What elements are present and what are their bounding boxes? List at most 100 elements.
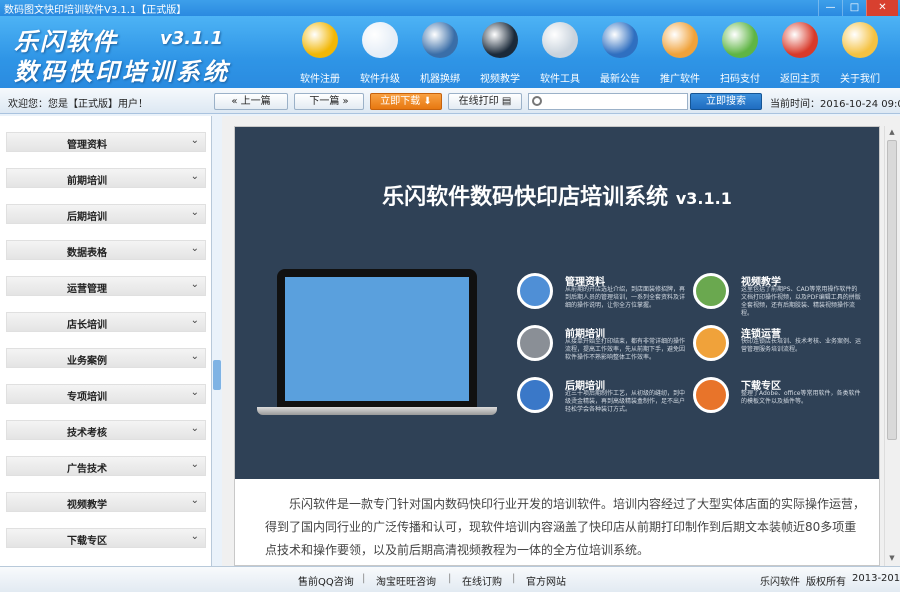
chevron-down-icon: ⌄: [190, 207, 199, 218]
toolbar-button-6[interactable]: 最新公告: [590, 16, 650, 88]
footer-separator: |: [362, 573, 366, 584]
footer-link-4[interactable]: 官方网站: [526, 573, 566, 588]
sidebar-item-11[interactable]: 视频教学 ⌄: [6, 492, 206, 512]
laptop-icon: [277, 269, 477, 407]
feature-description: 近三十项后期制作工艺，从初级的缝纫，到中级烫金精装，再到高级精装盒制作，足不出户…: [565, 390, 686, 413]
sidebar-item-8[interactable]: 专项培训 ⌄: [6, 384, 206, 404]
scroll-thumb[interactable]: [887, 140, 897, 440]
footer-copyright: 版权所有: [806, 577, 846, 588]
sidebar-item-label: 专项培训: [67, 392, 107, 403]
toolbar-button-9[interactable]: 返回主页: [770, 16, 830, 88]
chevron-down-icon: ⌄: [190, 387, 199, 398]
intro-paragraph: 乐闪软件是一款专门针对国内数码快印行业开发的培训软件。培训内容经过了大型实体店面…: [265, 497, 866, 557]
vertical-scrollbar[interactable]: ▲ ▼: [884, 126, 898, 566]
nav-bar: 欢迎您：您是【正式版】用户！ « 上一篇 下一篇 » 立即下载 ⬇ 在线打印 ▤…: [0, 88, 900, 114]
chevron-down-icon: ⌄: [190, 495, 199, 506]
sidebar-item-10[interactable]: 广告技术 ⌄: [6, 456, 206, 476]
cart-icon: [722, 22, 758, 58]
toolbar-button-10[interactable]: 关于我们: [830, 16, 890, 88]
print-button[interactable]: 在线打印 ▤: [448, 93, 522, 110]
sidebar-item-3[interactable]: 后期培训 ⌄: [6, 204, 206, 224]
next-article-button[interactable]: 下一篇 »: [294, 93, 364, 110]
feature-item-4: 连锁运营 快印连锁店长培训、技术考核、业务案例、运营管理服务培训流程。: [693, 325, 863, 385]
footer-bar: 乐闪软件 版权所有 2013-2016 售前QQ咨询 | 淘宝旺旺咨询 | 在线订购 | 官…: [0, 566, 900, 592]
chevron-down-icon: ⌄: [190, 531, 199, 542]
toolbar-button-label: 关于我们: [840, 74, 880, 85]
chevron-down-icon: ⌄: [190, 279, 199, 290]
sidebar-item-label: 管理资料: [67, 140, 107, 151]
monitor-icon: [422, 22, 458, 58]
footer-link-3[interactable]: 在线订购: [462, 573, 502, 588]
feature-item-5: 后期培训 近三十项后期制作工艺，从初级的缝纫，到中级烫金精装，再到高级精装盒制作，…: [517, 377, 687, 437]
play-icon: [482, 22, 518, 58]
toolbar-button-5[interactable]: 软件工具: [530, 16, 590, 88]
product-banner: 乐闪软件数码快印店培训系统 v3.1.1 管理资料 从前期的开店选址介绍，到店面装…: [235, 127, 879, 479]
person-upgrade-icon: [362, 22, 398, 58]
logo-version: v3.1.1: [160, 28, 223, 49]
sidebar-item-4[interactable]: 数据表格 ⌄: [6, 240, 206, 260]
app-header: 乐闪软件 数码快印培训系统 v3.1.1 软件注册 软件升级 机器换绑 视频教学 软件工…: [0, 16, 900, 88]
scroll-down-icon[interactable]: ▼: [887, 554, 897, 564]
footer-link-2[interactable]: 淘宝旺旺咨询: [376, 573, 436, 588]
feature-description: 从接单开始至打印结束，都有非常详细的操作流程，提高工作效率，先从前期下手，避免因…: [565, 338, 686, 361]
sidebar-item-5[interactable]: 运营管理 ⌄: [6, 276, 206, 296]
search-button-label: 立即搜索: [706, 96, 746, 107]
download-arrow-icon: ⬇: [423, 96, 432, 107]
search-button[interactable]: 立即搜索: [690, 93, 762, 110]
sidebar-item-1[interactable]: 管理资料 ⌄: [6, 132, 206, 152]
banner-version: v3.1.1: [675, 189, 732, 208]
feature-description: 从前期的开店选址介绍，到店面装修招牌，再到后期人员的管理培训，一系列全套资料及详…: [565, 286, 686, 309]
minimize-button[interactable]: —: [818, 0, 842, 16]
chevron-down-icon: ⌄: [190, 315, 199, 326]
banner-title-text: 乐闪软件数码快印店培训系统: [382, 185, 669, 210]
footer-years: 2013-2016: [852, 573, 900, 584]
chevron-down-icon: ⌄: [190, 459, 199, 470]
toolbar-button-7[interactable]: 推广软件: [650, 16, 710, 88]
toolbar-button-2[interactable]: 软件升级: [350, 16, 410, 88]
toolbar-button-8[interactable]: 扫码支付: [710, 16, 770, 88]
toolbar-button-4[interactable]: 视频教学: [470, 16, 530, 88]
feature-item-6: 下载专区 整理了Adobe、office等常用软件，各类软件的模板文件以及插件等。: [693, 377, 863, 437]
toolbar-button-label: 软件注册: [300, 74, 340, 85]
feature-icon: [693, 273, 729, 309]
chevron-down-icon: ⌄: [190, 135, 199, 146]
toolbar-button-1[interactable]: 软件注册: [290, 16, 350, 88]
sidebar: 管理资料 ⌄ 前期培训 ⌄ 后期培训 ⌄ 数据表格 ⌄ 运营管理 ⌄ 店长培训 ⌄ 业务案例 ⌄ 专项培训 ⌄…: [0, 116, 212, 566]
sidebar-item-9[interactable]: 技术考核 ⌄: [6, 420, 206, 440]
sidebar-item-2[interactable]: 前期培训 ⌄: [6, 168, 206, 188]
feature-icon: [517, 273, 553, 309]
maximize-button[interactable]: □: [842, 0, 866, 16]
sidebar-item-label: 数据表格: [67, 248, 107, 259]
sidebar-item-12[interactable]: 下载专区 ⌄: [6, 528, 206, 548]
toolbar-button-label: 扫码支付: [720, 74, 760, 85]
content-document: 乐闪软件数码快印店培训系统 v3.1.1 管理资料 从前期的开店选址介绍，到店面装…: [234, 126, 880, 566]
search-input[interactable]: [545, 94, 685, 109]
scroll-up-icon[interactable]: ▲: [887, 128, 897, 138]
sidebar-item-label: 前期培训: [67, 176, 107, 187]
prev-article-button[interactable]: « 上一篇: [214, 93, 288, 110]
sidebar-item-label: 后期培训: [67, 212, 107, 223]
feature-description: 这里包括了前期PS、CAD等常用操作软件的文档打印操作视频，以及PDF编辑工具的…: [741, 286, 861, 317]
toolbar-button-label: 软件升级: [360, 74, 400, 85]
sidebar-item-label: 运营管理: [67, 284, 107, 295]
download-button[interactable]: 立即下载 ⬇: [370, 93, 442, 110]
sidebar-item-6[interactable]: 店长培训 ⌄: [6, 312, 206, 332]
collapse-handle[interactable]: [213, 360, 221, 390]
sidebar-item-label: 视频教学: [67, 500, 107, 511]
laptop-display: [285, 277, 469, 401]
footer-link-1[interactable]: 售前QQ咨询: [298, 573, 354, 588]
close-button[interactable]: ✕: [866, 0, 898, 16]
toolbar-button-label: 软件工具: [540, 74, 580, 85]
sidebar-item-label: 技术考核: [67, 428, 107, 439]
window-title: 数码图文快印培训软件V3.1.1【正式版】: [4, 5, 187, 16]
next-label: 下一篇: [309, 96, 340, 107]
speaker-icon: [602, 22, 638, 58]
toolbar-button-3[interactable]: 机器换绑: [410, 16, 470, 88]
chevron-down-icon: ⌄: [190, 171, 199, 182]
next-icon: »: [342, 96, 349, 107]
sidebar-item-7[interactable]: 业务案例 ⌄: [6, 348, 206, 368]
title-bar: 数码图文快印培训软件V3.1.1【正式版】 — □ ✕: [0, 0, 900, 16]
banner-title: 乐闪软件数码快印店培训系统 v3.1.1: [235, 179, 879, 211]
current-time: 当前时间：2016-10-24 09:06: [770, 99, 900, 110]
search-icon: [532, 96, 542, 106]
